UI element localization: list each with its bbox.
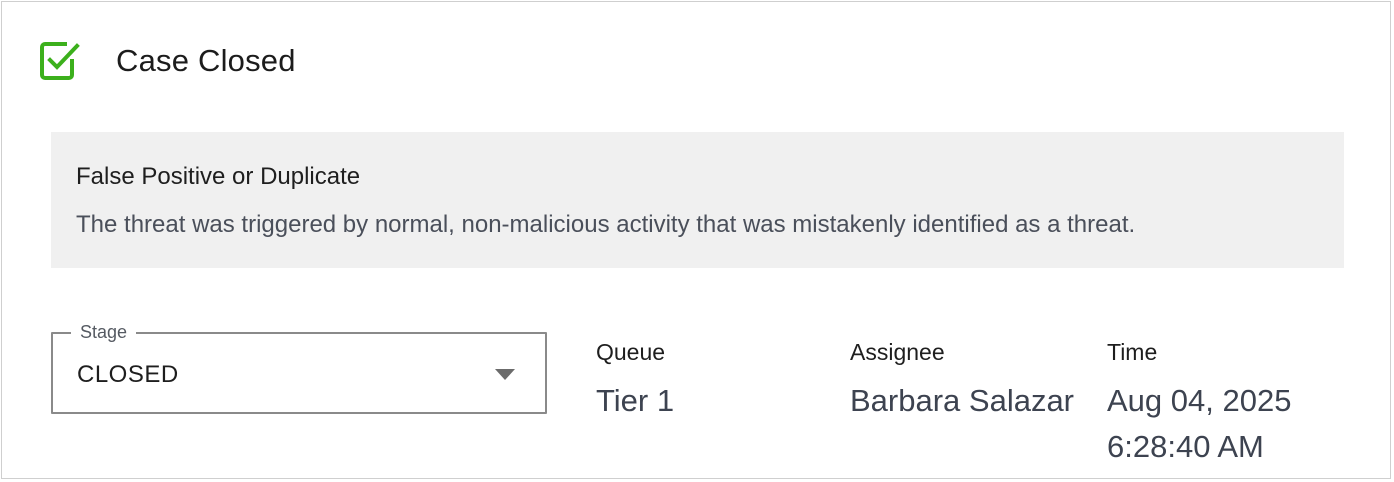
close-reason-description: The threat was triggered by normal, non-… (76, 211, 1136, 238)
time-value: Aug 04, 2025 6:28:40 AM (1107, 378, 1291, 470)
queue-value: Tier 1 (596, 383, 675, 418)
close-reason-title: False Positive or Duplicate (76, 163, 361, 190)
close-reason-panel: False Positive or Duplicate The threat w… (51, 132, 1344, 268)
queue-info: Queue Tier 1 (596, 338, 674, 424)
time-info: Time Aug 04, 2025 6:28:40 AM (1107, 338, 1291, 470)
check-square-icon (40, 42, 80, 80)
assignee-label: Assignee (850, 339, 945, 365)
assignee-value: Barbara Salazar (850, 383, 1075, 418)
stage-select[interactable]: Stage CLOSED (51, 320, 547, 414)
assignee-info: Assignee Barbara Salazar (850, 338, 1074, 424)
stage-label: Stage (71, 320, 137, 344)
time-label: Time (1107, 339, 1158, 365)
case-closed-card: Case Closed False Positive or Duplicate … (1, 1, 1391, 479)
chevron-down-icon[interactable] (495, 369, 515, 381)
time-clock: 6:28:40 AM (1107, 429, 1264, 464)
case-header: Case Closed (38, 40, 296, 82)
queue-label: Queue (596, 339, 666, 365)
stage-value: CLOSED (77, 361, 179, 388)
page-title: Case Closed (116, 43, 296, 78)
time-date: Aug 04, 2025 (1107, 383, 1292, 418)
